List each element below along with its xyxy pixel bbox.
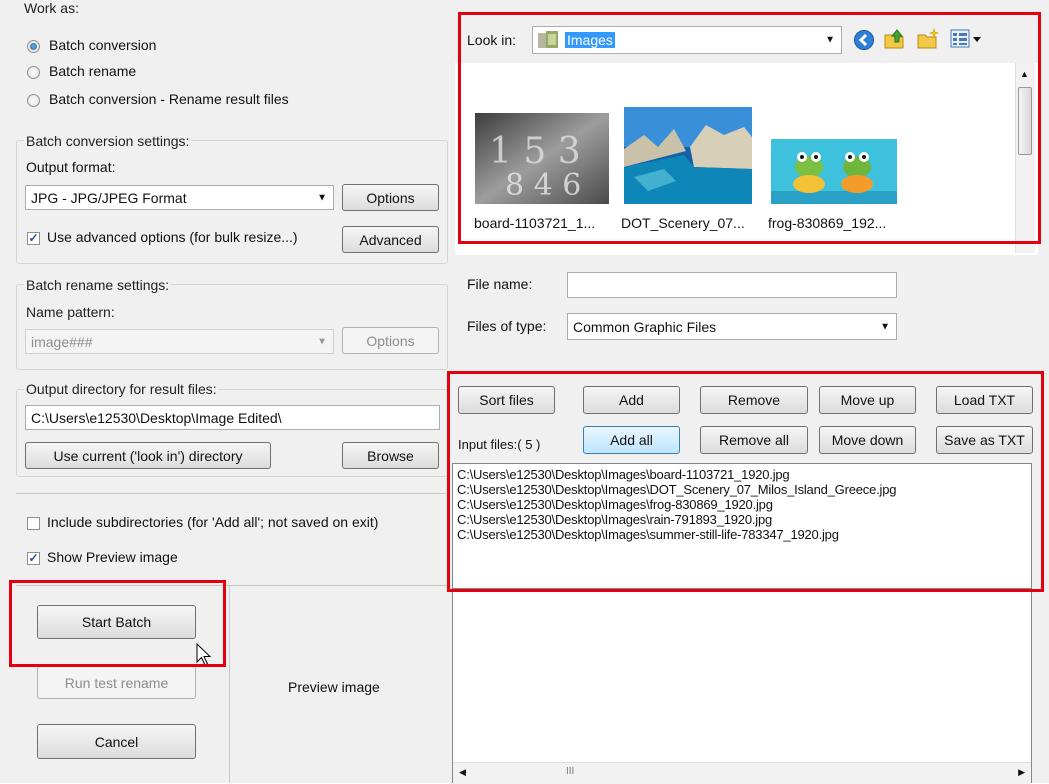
add-button[interactable]: Add <box>583 386 680 414</box>
files-of-type-select[interactable]: Common Graphic Files ▼ <box>567 313 897 340</box>
list-item[interactable]: C:\Users\e12530\Desktop\Images\rain-7918… <box>453 512 1031 527</box>
include-subdirs-checkbox[interactable] <box>27 517 40 530</box>
chevron-down-icon: ▼ <box>825 34 835 46</box>
output-dir-value: C:\Users\e12530\Desktop\Image Edited\ <box>31 409 282 426</box>
output-format-select[interactable]: JPG - JPG/JPEG Format ▼ <box>25 185 334 210</box>
output-format-value: JPG - JPG/JPEG Format <box>31 189 187 206</box>
radio-batch-rename[interactable] <box>27 66 40 79</box>
remove-button[interactable]: Remove <box>700 386 808 414</box>
name-pattern-value: image### <box>31 333 93 350</box>
radio-batch-rename-label[interactable]: Batch rename <box>49 63 136 79</box>
files-of-type-value: Common Graphic Files <box>573 318 717 335</box>
cancel-button[interactable]: Cancel <box>37 724 196 759</box>
thumbnail-board[interactable]: 1 5 3 8 4 6 <box>475 113 609 204</box>
thumbnail-label[interactable]: frog-830869_192... <box>768 215 886 231</box>
scroll-right-icon[interactable]: ▶ <box>1018 767 1025 778</box>
move-up-button[interactable]: Move up <box>819 386 916 414</box>
name-pattern-combo: image### ▼ <box>25 329 334 354</box>
list-horizontal-scrollbar[interactable]: ◀ III ▶ <box>453 762 1031 784</box>
view-menu-icon[interactable] <box>950 29 984 49</box>
svg-text:1 5 3: 1 5 3 <box>489 131 581 172</box>
list-extension <box>452 589 1032 783</box>
folder-icon <box>538 31 558 48</box>
save-as-txt-button[interactable]: Save as TXT <box>936 426 1033 454</box>
batch-rename-title: Batch rename settings: <box>24 277 172 293</box>
chevron-down-icon: ▼ <box>317 192 327 203</box>
start-batch-button[interactable]: Start Batch <box>37 605 196 639</box>
thumbnail-label[interactable]: board-1103721_1... <box>474 215 595 231</box>
file-name-input[interactable] <box>567 272 897 298</box>
thumbnail-scrollbar[interactable]: ▲ <box>1015 63 1035 253</box>
radio-batch-conversion-rename-label[interactable]: Batch conversion - Rename result files <box>49 91 289 107</box>
file-name-label: File name: <box>467 276 533 292</box>
sort-files-button[interactable]: Sort files <box>458 386 555 414</box>
thumbnail-label[interactable]: DOT_Scenery_07... <box>621 215 745 231</box>
output-dir-input[interactable]: C:\Users\e12530\Desktop\Image Edited\ <box>25 405 440 430</box>
files-of-type-label: Files of type: <box>467 318 547 334</box>
thumbnail-scenery[interactable] <box>624 107 752 204</box>
show-preview-checkbox[interactable]: ✓ <box>27 552 40 565</box>
svg-text:8 4 6: 8 4 6 <box>505 168 581 203</box>
include-subdirs-label[interactable]: Include subdirectories (for 'Add all'; n… <box>47 514 378 530</box>
input-files-label: Input files:( 5 ) <box>458 437 541 452</box>
scroll-left-icon[interactable]: ◀ <box>459 767 466 778</box>
output-dir-title: Output directory for result files: <box>24 381 219 397</box>
list-item[interactable]: C:\Users\e12530\Desktop\Images\summer-st… <box>453 527 1031 542</box>
input-files-list[interactable]: C:\Users\e12530\Desktop\Images\board-110… <box>452 463 1032 589</box>
list-item[interactable]: C:\Users\e12530\Desktop\Images\DOT_Scene… <box>453 482 1031 497</box>
up-folder-icon[interactable] <box>883 27 907 51</box>
output-options-button[interactable]: Options <box>342 184 439 211</box>
separator <box>16 493 446 494</box>
run-test-rename-button: Run test rename <box>37 666 196 699</box>
name-pattern-label: Name pattern: <box>26 304 115 320</box>
preview-divider <box>229 586 230 783</box>
browse-button[interactable]: Browse <box>342 442 439 469</box>
list-item[interactable]: C:\Users\e12530\Desktop\Images\frog-8308… <box>453 497 1031 512</box>
list-item[interactable]: C:\Users\e12530\Desktop\Images\board-110… <box>453 467 1031 482</box>
radio-batch-conversion-label[interactable]: Batch conversion <box>49 37 156 53</box>
advanced-options-label[interactable]: Use advanced options (for bulk resize...… <box>47 229 298 245</box>
work-as-title: Work as: <box>24 0 79 16</box>
chevron-down-icon: ▼ <box>317 336 327 347</box>
look-in-combo[interactable]: Images ▼ <box>532 26 842 54</box>
remove-all-button[interactable]: Remove all <box>700 426 808 454</box>
move-down-button[interactable]: Move down <box>819 426 916 454</box>
scroll-grip[interactable]: III <box>566 766 574 777</box>
output-format-label: Output format: <box>26 159 116 175</box>
scroll-up-icon[interactable]: ▲ <box>1020 69 1029 79</box>
use-current-dir-button[interactable]: Use current ('look in') directory <box>25 442 271 469</box>
batch-conversion-title: Batch conversion settings: <box>24 133 192 149</box>
back-icon[interactable] <box>853 29 875 51</box>
cursor-icon <box>196 643 212 666</box>
chevron-down-icon: ▼ <box>880 321 890 332</box>
advanced-options-checkbox[interactable]: ✓ <box>27 232 40 245</box>
scroll-thumb[interactable] <box>1018 87 1032 155</box>
radio-batch-conversion[interactable] <box>27 40 40 53</box>
thumbnail-frog[interactable] <box>771 139 897 204</box>
look-in-value: Images <box>565 32 615 48</box>
rename-options-button: Options <box>342 327 439 354</box>
preview-image-label: Preview image <box>288 679 380 695</box>
new-folder-icon[interactable] <box>916 27 940 51</box>
advanced-button[interactable]: Advanced <box>342 226 439 253</box>
look-in-label: Look in: <box>467 32 517 48</box>
load-txt-button[interactable]: Load TXT <box>936 386 1033 414</box>
radio-batch-conversion-rename[interactable] <box>27 94 40 107</box>
show-preview-label[interactable]: Show Preview image <box>47 549 178 565</box>
separator <box>16 585 451 586</box>
add-all-button[interactable]: Add all <box>583 426 680 454</box>
